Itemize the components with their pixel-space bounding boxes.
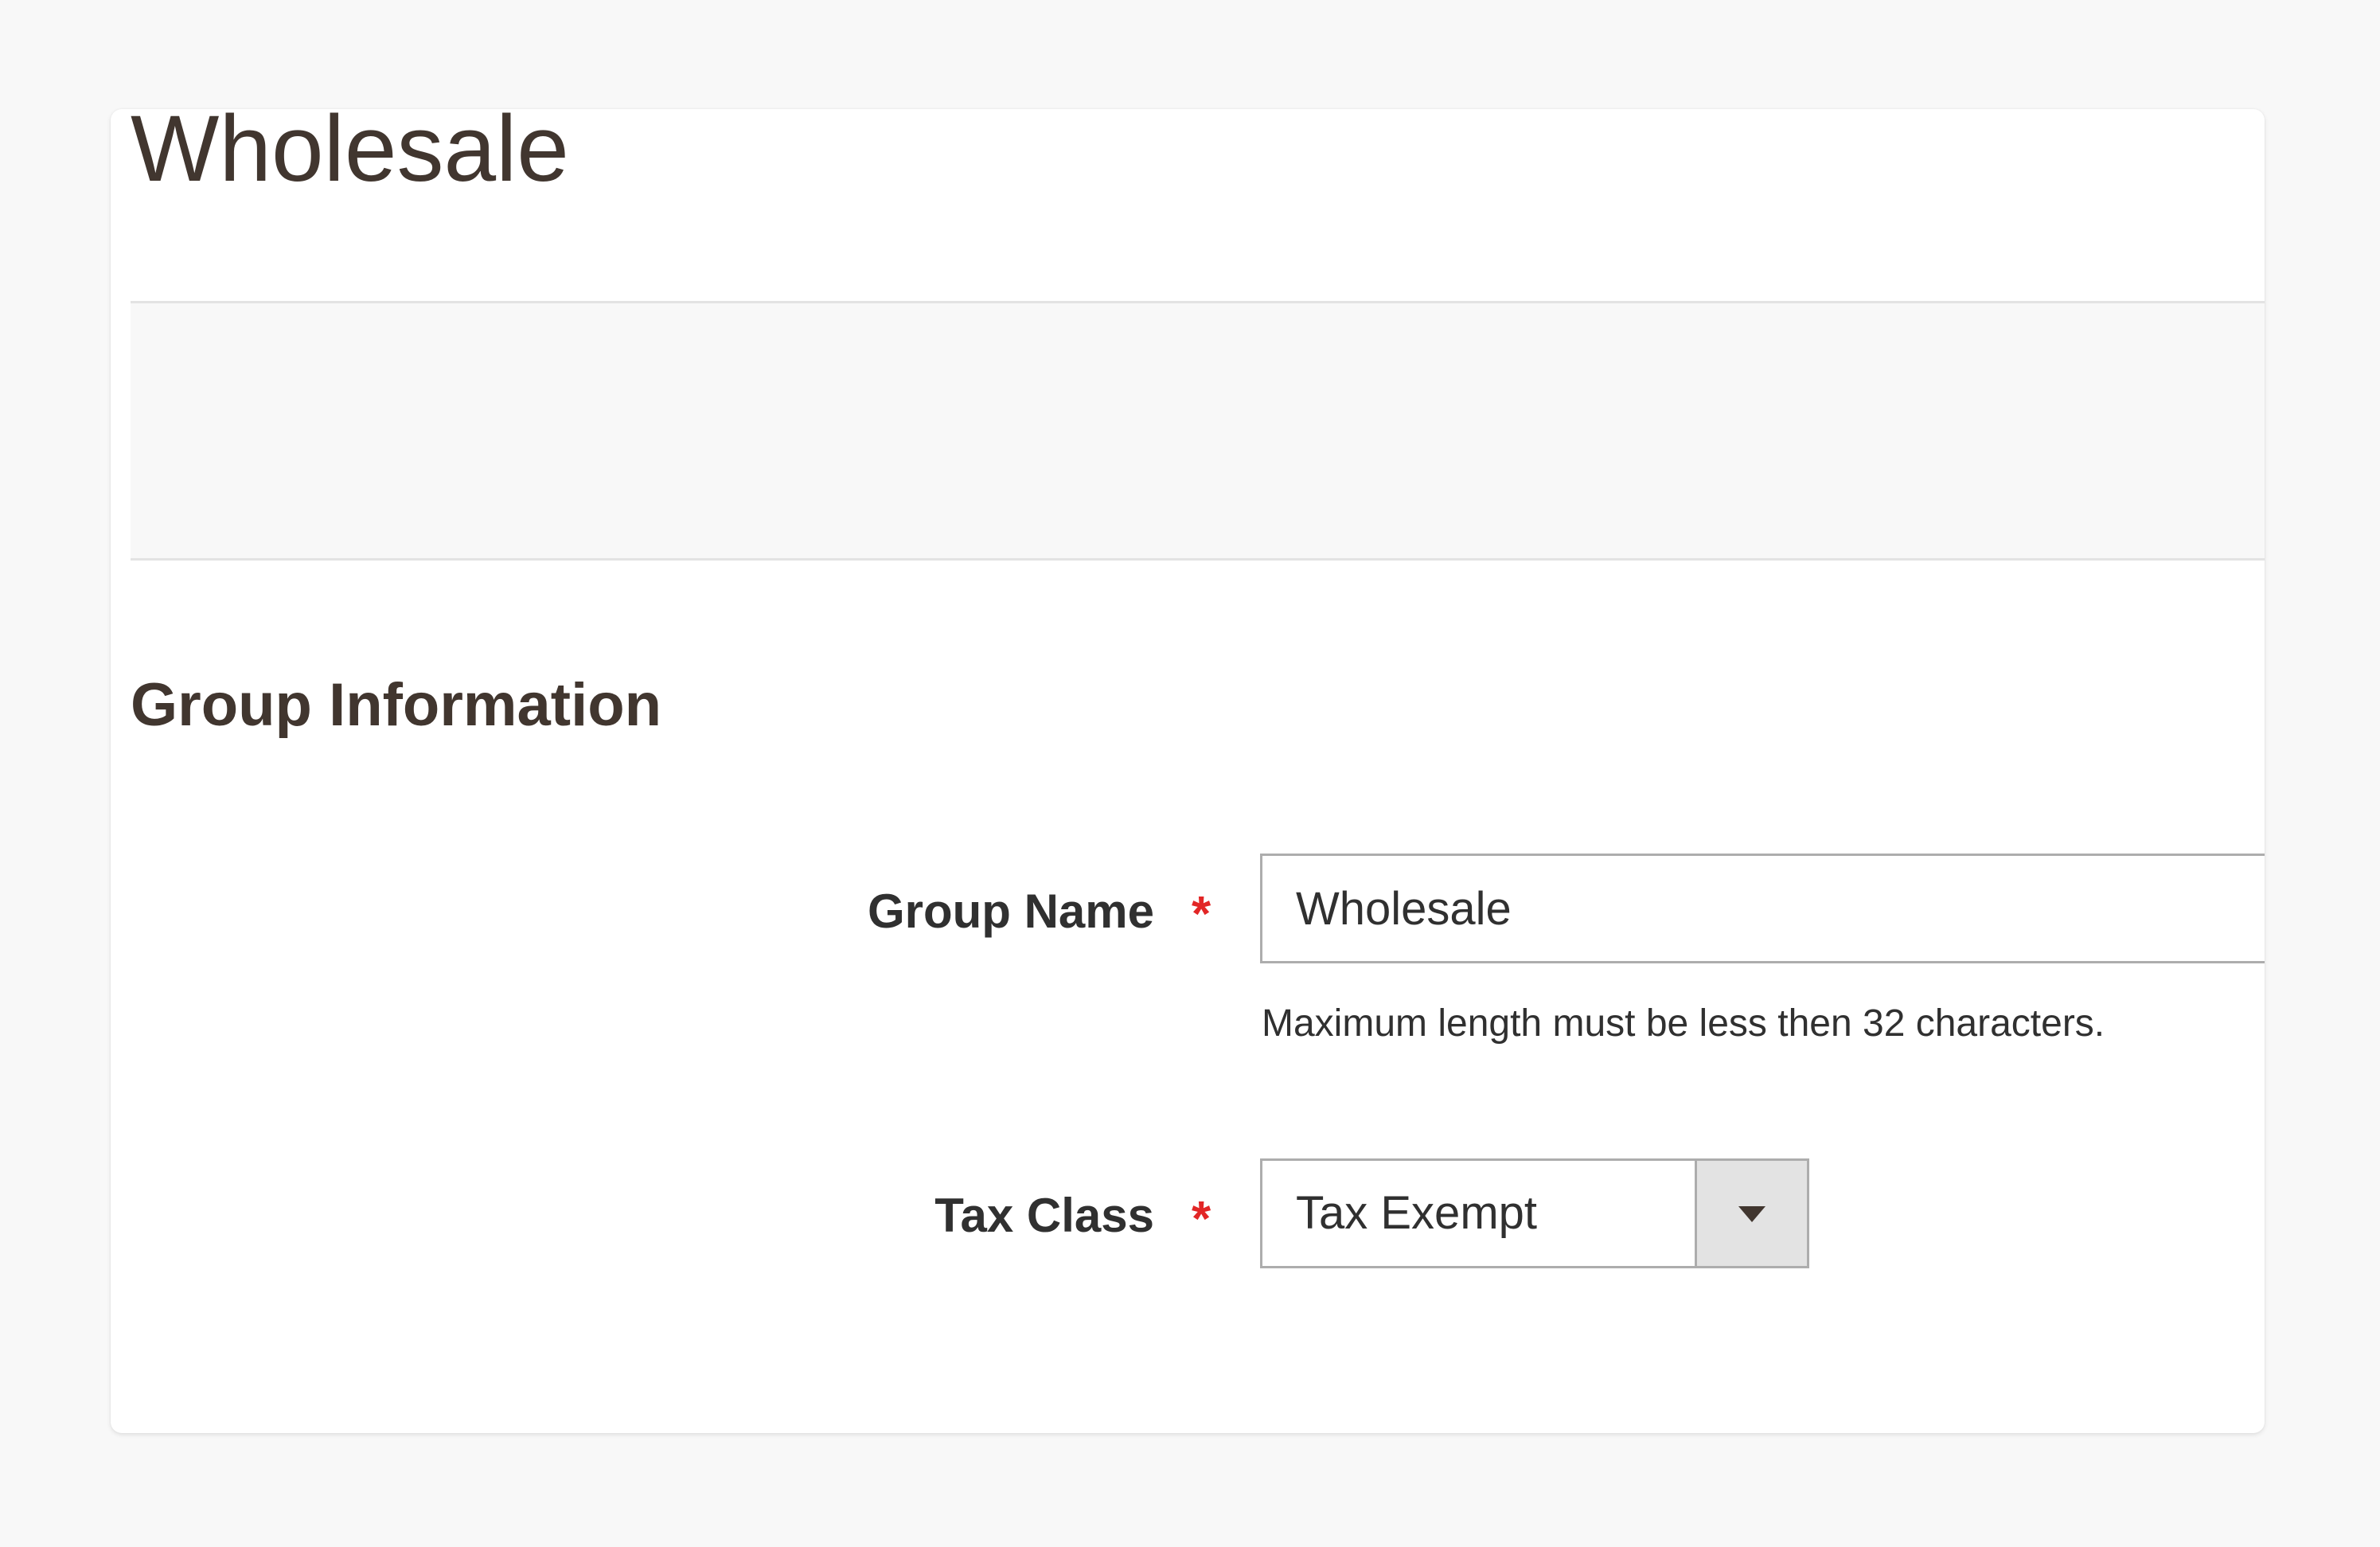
tax-class-label: Tax Class: [934, 1189, 1154, 1242]
group-name-input[interactable]: [1260, 854, 2265, 963]
section-title: Group Information: [131, 671, 662, 739]
tax-class-select[interactable]: Tax Exempt: [1260, 1158, 1809, 1268]
tax-class-selected-value: Tax Exempt: [1296, 1187, 1537, 1239]
tax-class-required-icon: *: [1192, 1192, 1211, 1247]
group-name-required-icon: *: [1192, 887, 1211, 942]
chevron-down-icon: [1738, 1206, 1765, 1222]
group-name-note: Maximum length must be less then 32 char…: [1262, 1002, 2105, 1045]
tax-class-dropdown-button[interactable]: [1695, 1161, 1807, 1266]
group-name-label: Group Name: [867, 885, 1154, 938]
page-actions-bar: [131, 301, 2265, 561]
page-title: Wholesale: [131, 96, 569, 201]
